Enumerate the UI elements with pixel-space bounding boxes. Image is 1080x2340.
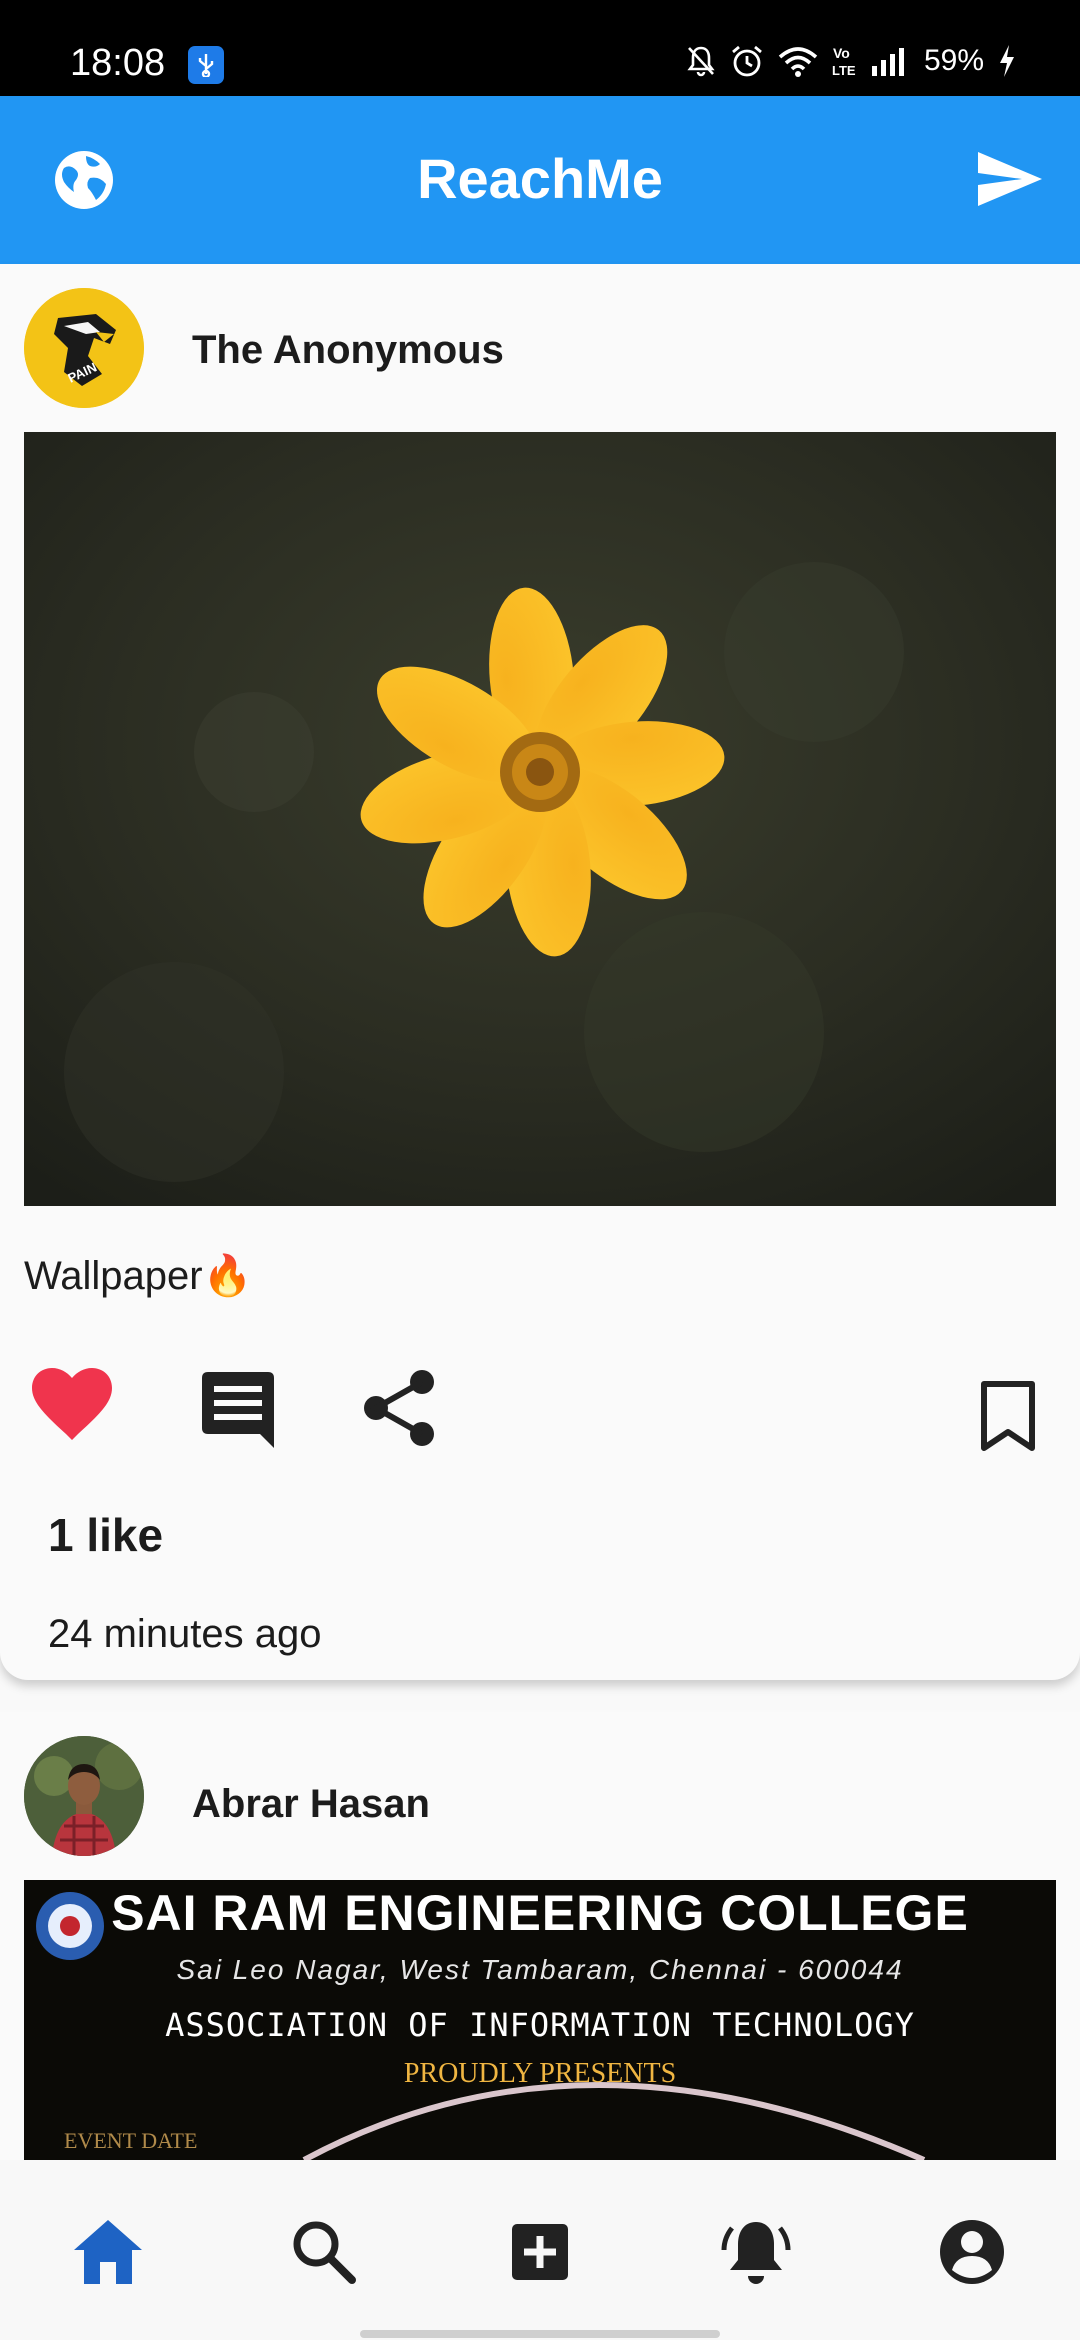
notifications-icon[interactable] — [718, 2214, 794, 2290]
volte-icon: Vo LTE — [832, 45, 856, 78]
home-icon[interactable] — [70, 2214, 146, 2290]
like-count[interactable]: 1 like — [48, 1508, 163, 1562]
share-icon[interactable] — [362, 1368, 438, 1448]
banner-presents: PROUDLY PRESENTS — [403, 2058, 677, 2089]
signal-icon — [871, 48, 904, 76]
usb-icon — [188, 46, 224, 84]
banner-address: Sai Leo Nagar, West Tambaram, Chennai - … — [176, 1954, 904, 1985]
svg-text:LTE: LTE — [832, 63, 856, 78]
eagle-logo-icon: PAIN — [24, 288, 144, 408]
avatar[interactable]: PAIN — [24, 288, 144, 408]
heart-icon[interactable] — [30, 1366, 114, 1442]
alarm-icon — [732, 45, 762, 77]
app-bar: ReachMe — [0, 96, 1080, 264]
status-time: 18:08 — [70, 42, 166, 84]
profile-icon[interactable] — [934, 2214, 1010, 2290]
bottom-navigation — [0, 2160, 1080, 2340]
home-indicator[interactable] — [360, 2330, 720, 2338]
flower-photo — [24, 432, 1056, 1206]
avatar[interactable] — [24, 1736, 144, 1856]
add-post-icon[interactable] — [502, 2214, 578, 2290]
post-caption: Wallpaper🔥 — [24, 1254, 253, 1298]
wifi-icon — [778, 47, 818, 77]
banner-event-date: EVENT DATE — [64, 2128, 198, 2153]
profile-photo — [24, 1736, 144, 1856]
bookmark-icon[interactable] — [980, 1380, 1036, 1452]
post-image[interactable] — [24, 432, 1056, 1206]
banner-title: SAI RAM ENGINEERING COLLEGE — [111, 1885, 969, 1941]
post-image[interactable]: SAI RAM ENGINEERING COLLEGE Sai Leo Naga… — [24, 1880, 1056, 2160]
post-timestamp: 24 minutes ago — [48, 1612, 322, 1656]
post-author[interactable]: The Anonymous — [192, 328, 504, 373]
battery-percent: 59% — [923, 44, 984, 77]
status-icons: Vo LTE 59% — [686, 44, 1016, 78]
post-card: Abrar Hasan SAI RAM ENGINEERING COLLEGE … — [0, 1712, 1080, 2160]
banner-association: ASSOCIATION OF INFORMATION TECHNOLOGY — [165, 2006, 915, 2044]
search-icon[interactable] — [286, 2214, 362, 2290]
post-author[interactable]: Abrar Hasan — [192, 1782, 430, 1827]
comment-icon[interactable] — [198, 1370, 278, 1450]
app-title: ReachMe — [417, 147, 663, 210]
mute-icon — [687, 46, 715, 77]
svg-text:Vo: Vo — [833, 45, 850, 61]
charging-icon — [1000, 45, 1014, 77]
status-bar: 18:08 Vo LTE 59% — [0, 0, 1080, 96]
send-icon[interactable] — [976, 150, 1044, 208]
post-card: PAIN The Anonymous Wallpaper🔥 1 like 24 … — [0, 264, 1080, 1680]
